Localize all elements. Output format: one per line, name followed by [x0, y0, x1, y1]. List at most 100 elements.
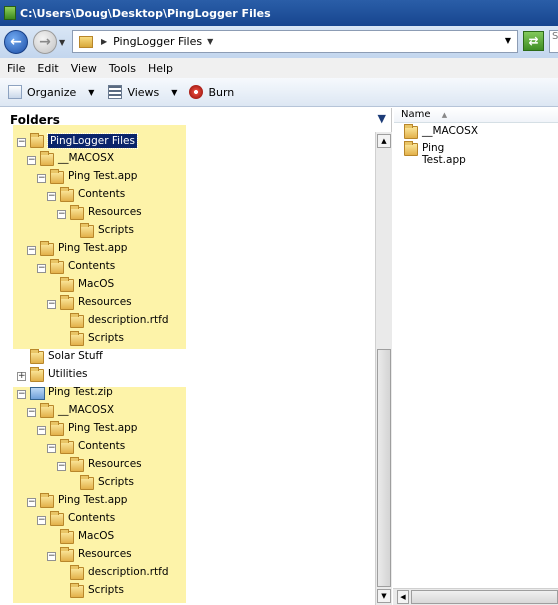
- tree-item-label[interactable]: Ping Test.app: [58, 494, 127, 506]
- zip-folder-icon: [30, 387, 45, 400]
- collapse-icon[interactable]: −: [47, 300, 56, 309]
- tree-item-label[interactable]: Ping Test.zip: [48, 386, 113, 398]
- expand-icon[interactable]: +: [17, 372, 26, 381]
- window-title: C:\Users\Doug\Desktop\PingLogger Files: [20, 6, 271, 20]
- folder-icon: [70, 313, 84, 328]
- scroll-up-icon[interactable]: ▲: [377, 134, 391, 148]
- tree-item-label[interactable]: Solar Stuff: [48, 350, 103, 362]
- tree-item-label[interactable]: Contents: [68, 512, 115, 524]
- folder-icon: [60, 547, 74, 562]
- tree-item-label[interactable]: Ping Test.app: [68, 422, 137, 434]
- scroll-thumb[interactable]: [377, 349, 391, 587]
- menu-view[interactable]: View: [65, 62, 103, 75]
- forward-button[interactable]: →: [33, 30, 57, 54]
- tree-item-label[interactable]: Ping Test.app: [58, 242, 127, 254]
- folder-icon: [40, 403, 54, 418]
- folder-icon: [30, 133, 44, 148]
- collapse-icon[interactable]: −: [47, 444, 56, 453]
- folder-icon: [80, 475, 94, 490]
- chevron-down-icon[interactable]: ▼: [378, 112, 386, 125]
- vertical-scrollbar[interactable]: ▲ ▼: [375, 132, 392, 605]
- folder-icon: [30, 349, 44, 364]
- tree-item-label[interactable]: Contents: [68, 260, 115, 272]
- views-button[interactable]: Views ▼: [108, 82, 177, 102]
- tree-item-label[interactable]: Resources: [88, 458, 142, 470]
- tree-item-label[interactable]: Resources: [78, 548, 132, 560]
- collapse-icon[interactable]: −: [17, 390, 26, 399]
- tree-item-label[interactable]: Contents: [78, 188, 125, 200]
- burn-disc-icon: [189, 85, 204, 99]
- collapse-icon[interactable]: −: [57, 210, 66, 219]
- navigation-bar: ← → ▼ ▶ PingLogger Files ▼ ▼ ⇄ S: [0, 26, 558, 58]
- views-dropdown-icon: ▼: [171, 87, 178, 97]
- tree-item-label[interactable]: Resources: [88, 206, 142, 218]
- organize-icon: [8, 85, 22, 99]
- tree-item-label[interactable]: __MACOSX: [58, 404, 114, 416]
- menu-edit[interactable]: Edit: [31, 62, 64, 75]
- collapse-icon[interactable]: −: [27, 156, 36, 165]
- tree-item-label[interactable]: Contents: [78, 440, 125, 452]
- collapse-icon[interactable]: −: [37, 264, 46, 273]
- tree-item-label[interactable]: MacOS: [78, 278, 114, 290]
- menu-bar: File Edit View Tools Help: [0, 58, 558, 78]
- menu-file[interactable]: File: [1, 62, 31, 75]
- folder-icon: [50, 421, 64, 436]
- breadcrumb-arrow-icon[interactable]: ▶: [101, 37, 107, 46]
- refresh-button[interactable]: ⇄: [523, 31, 544, 51]
- scroll-down-icon[interactable]: ▼: [377, 589, 391, 603]
- collapse-icon[interactable]: −: [27, 408, 36, 417]
- back-button[interactable]: ←: [4, 30, 28, 54]
- search-input[interactable]: S: [549, 30, 558, 53]
- folder-icon: [70, 457, 84, 472]
- organize-button[interactable]: Organize ▼: [8, 82, 94, 102]
- burn-label: Burn: [208, 85, 235, 99]
- tree-item-label[interactable]: __MACOSX: [58, 152, 114, 164]
- history-dropdown-icon[interactable]: ▼: [59, 38, 65, 47]
- folder-icon: [70, 331, 84, 346]
- collapse-icon[interactable]: −: [27, 246, 36, 255]
- collapse-icon[interactable]: −: [47, 552, 56, 561]
- tree-item-label[interactable]: Scripts: [98, 476, 134, 488]
- organize-dropdown-icon: ▼: [88, 87, 95, 97]
- collapse-icon[interactable]: −: [47, 192, 56, 201]
- collapse-icon[interactable]: −: [37, 174, 46, 183]
- tree-item-label[interactable]: Utilities: [48, 368, 88, 380]
- list-item-label: __MACOSX: [422, 125, 479, 137]
- collapse-icon[interactable]: −: [17, 138, 26, 147]
- folder-icon: [80, 223, 94, 238]
- menu-help[interactable]: Help: [142, 62, 179, 75]
- folder-icon: [40, 151, 54, 166]
- name-column-label: Name: [401, 109, 431, 120]
- collapse-icon[interactable]: −: [27, 498, 36, 507]
- folder-icon: [60, 277, 74, 292]
- collapse-icon[interactable]: −: [37, 516, 46, 525]
- tree-item-label[interactable]: Scripts: [88, 584, 124, 596]
- tree-item-label[interactable]: Scripts: [88, 332, 124, 344]
- collapse-icon[interactable]: −: [37, 426, 46, 435]
- menu-tools[interactable]: Tools: [103, 62, 142, 75]
- collapse-icon[interactable]: −: [57, 462, 66, 471]
- folder-icon: [60, 439, 74, 454]
- tree-item-label[interactable]: description.rtfd: [88, 314, 169, 326]
- breadcrumb-dropdown-icon[interactable]: ▼: [207, 37, 213, 46]
- horizontal-scrollbar[interactable]: ◀: [393, 588, 558, 605]
- tree-item-label[interactable]: description.rtfd: [88, 566, 169, 578]
- address-bar[interactable]: ▶ PingLogger Files ▼ ▼: [72, 30, 518, 53]
- tree-item-label[interactable]: Scripts: [98, 224, 134, 236]
- scroll-thumb[interactable]: [411, 590, 558, 604]
- burn-button[interactable]: Burn: [189, 82, 234, 102]
- address-text[interactable]: PingLogger Files: [113, 35, 202, 48]
- tree-item-label[interactable]: Resources: [78, 296, 132, 308]
- folder-icon: [50, 259, 64, 274]
- tree-item-label[interactable]: Ping Test.app: [68, 170, 137, 182]
- scroll-left-icon[interactable]: ◀: [397, 590, 409, 604]
- folder-icon: [60, 295, 74, 310]
- tree-item-label[interactable]: MacOS: [78, 530, 114, 542]
- tree-item-label[interactable]: PingLogger Files: [47, 133, 138, 149]
- address-dropdown-icon[interactable]: ▼: [505, 36, 511, 45]
- name-column-header[interactable]: Name ▲: [394, 108, 558, 123]
- folder-icon: [79, 35, 93, 48]
- folder-icon: [50, 511, 64, 526]
- folder-icon: [40, 241, 54, 256]
- title-bar: C:\Users\Doug\Desktop\PingLogger Files: [0, 0, 558, 26]
